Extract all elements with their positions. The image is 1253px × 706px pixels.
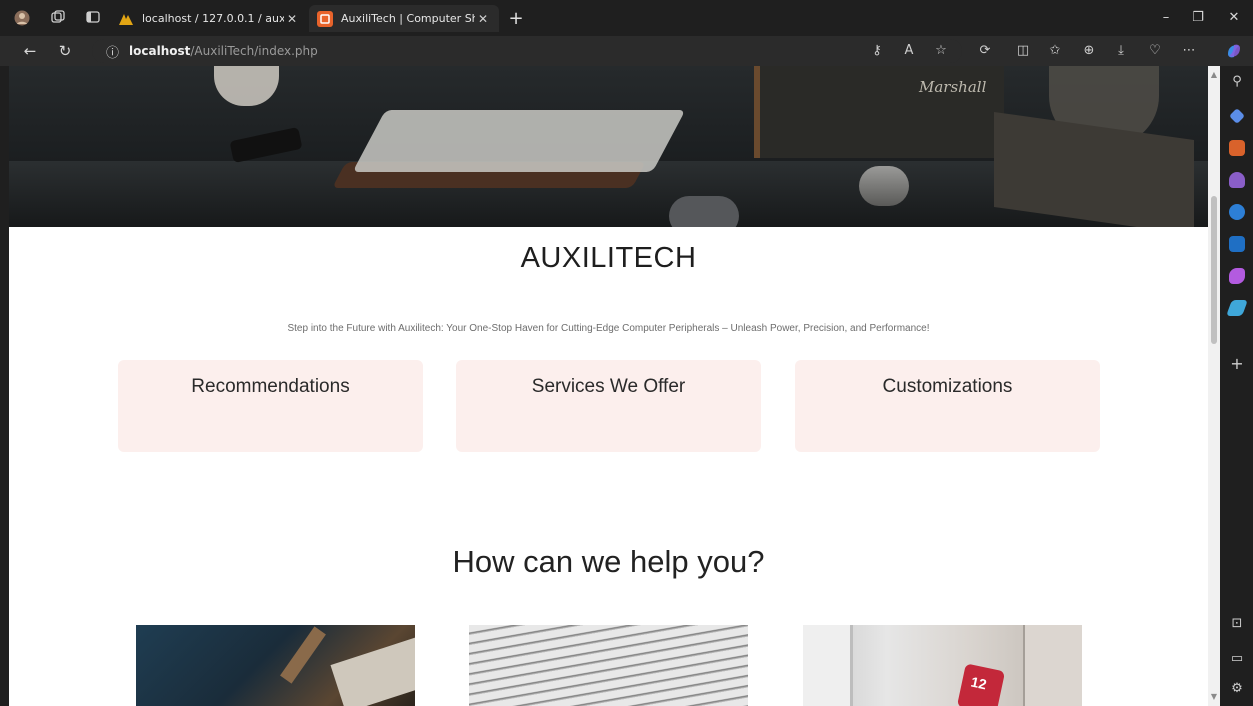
profile-avatar-icon[interactable]: [14, 10, 30, 26]
brand-title: AUXILITECH: [520, 242, 697, 274]
search-icon[interactable]: ⚲: [1227, 74, 1247, 89]
sidebar-toggle-icon[interactable]: ▭: [1227, 651, 1247, 666]
customizations-card[interactable]: Customizations: [795, 360, 1100, 452]
phpmyadmin-favicon-icon: [118, 11, 134, 27]
hero-keyboard: [352, 110, 686, 172]
browser-essentials-icon[interactable]: ♡: [1146, 42, 1164, 60]
scroll-thumb[interactable]: [1211, 196, 1217, 344]
close-tab-icon[interactable]: ✕: [284, 12, 300, 26]
more-menu-icon[interactable]: ⋯: [1180, 42, 1198, 60]
favorite-star-icon[interactable]: ☆: [932, 42, 950, 60]
hero-lamp: [214, 66, 279, 106]
tab-auxilitech[interactable]: AuxiliTech | Computer Shop ✕: [309, 5, 499, 32]
card-label: Customizations: [882, 376, 1013, 397]
key-icon[interactable]: ⚷: [868, 42, 886, 60]
collections-icon[interactable]: ⊕: [1080, 42, 1098, 60]
calendar-cube-photo[interactable]: 12: [803, 625, 1082, 706]
hero-speaker-brand: Marshall: [919, 78, 987, 96]
tab-phpmyadmin[interactable]: localhost / 127.0.0.1 / auxilitech / ✕: [110, 5, 308, 32]
games-icon[interactable]: [1229, 172, 1245, 188]
settings-gear-icon[interactable]: ⚙: [1227, 681, 1247, 696]
photo-stand: [280, 626, 326, 684]
copilot-icon[interactable]: [1225, 42, 1243, 60]
tab-title: AuxiliTech | Computer Shop: [341, 12, 475, 25]
hero-phone: [229, 126, 303, 164]
add-sidebar-app-icon[interactable]: +: [1227, 354, 1247, 373]
recommendations-card[interactable]: Recommendations: [118, 360, 423, 452]
read-aloud-icon[interactable]: A: [900, 42, 918, 60]
hero-box: [994, 111, 1194, 227]
url-path: /AuxiliTech/index.php: [190, 44, 318, 58]
photo-screen-edge: [1023, 625, 1082, 706]
address-bar[interactable]: ⓘ localhost /AuxiliTech/index.php: [92, 39, 962, 63]
hero-banner-image: Marshall: [9, 66, 1208, 227]
downloads-icon[interactable]: ⤓: [1112, 42, 1130, 60]
screenshot-icon[interactable]: ⊡: [1227, 616, 1247, 631]
monitor-desk-photo[interactable]: [136, 625, 415, 706]
window-blinds-photo[interactable]: [469, 625, 748, 706]
microsoft-365-icon[interactable]: [1229, 204, 1245, 220]
photo-cube-number: 12: [969, 673, 989, 693]
scroll-up-arrow-icon[interactable]: ▲: [1208, 70, 1220, 79]
browser-window: localhost / 127.0.0.1 / auxilitech / ✕ A…: [0, 0, 1253, 706]
hero-volume-knob: [859, 166, 909, 206]
card-label: Services We Offer: [531, 376, 686, 397]
minimize-icon[interactable]: –: [1156, 10, 1176, 25]
outlook-icon[interactable]: [1229, 236, 1245, 252]
services-card[interactable]: Services We Offer: [456, 360, 761, 452]
back-icon[interactable]: ←: [20, 41, 40, 61]
close-window-icon[interactable]: ✕: [1224, 10, 1244, 25]
hero-mouse: [669, 196, 739, 227]
address-toolbar: ← ↻ ⓘ localhost /AuxiliTech/index.php ⚷ …: [0, 36, 1253, 66]
help-section-title: How can we help you?: [452, 544, 765, 579]
tab-actions-icon[interactable]: [85, 10, 101, 26]
tools-icon[interactable]: [1229, 140, 1245, 156]
card-label: Recommendations: [191, 376, 350, 397]
tab-title: localhost / 127.0.0.1 / auxilitech /: [142, 12, 284, 25]
site-info-icon[interactable]: ⓘ: [106, 42, 119, 61]
url-host: localhost: [129, 44, 191, 58]
refresh-icon[interactable]: ↻: [55, 41, 75, 61]
send-icon[interactable]: [1226, 300, 1248, 316]
edge-sidebar: ⚲ + ⊡ ▭ ⚙: [1221, 66, 1253, 706]
brand-tagline: Step into the Future with Auxilitech: Yo…: [287, 323, 930, 334]
photo-papers: [330, 637, 415, 706]
extensions-icon[interactable]: ⟳: [976, 42, 994, 60]
page-viewport: Marshall AUXILITECH Step into the Future…: [9, 66, 1208, 706]
designer-icon[interactable]: [1229, 268, 1245, 284]
new-tab-button[interactable]: +: [506, 8, 526, 29]
tab-bar: localhost / 127.0.0.1 / auxilitech / ✕ A…: [0, 0, 1253, 36]
shopping-tag-icon[interactable]: [1229, 108, 1245, 124]
auxilitech-favicon-icon: [317, 10, 333, 27]
split-screen-icon[interactable]: ◫: [1014, 42, 1032, 60]
workspaces-icon[interactable]: [50, 10, 66, 26]
page-scrollbar[interactable]: ▲ ▼: [1208, 66, 1220, 706]
scroll-down-arrow-icon[interactable]: ▼: [1208, 692, 1220, 701]
restore-icon[interactable]: ❐: [1188, 10, 1208, 25]
favorites-icon[interactable]: ✩: [1046, 42, 1064, 60]
photo-window-frame: [803, 625, 853, 706]
close-tab-icon[interactable]: ✕: [475, 12, 491, 26]
